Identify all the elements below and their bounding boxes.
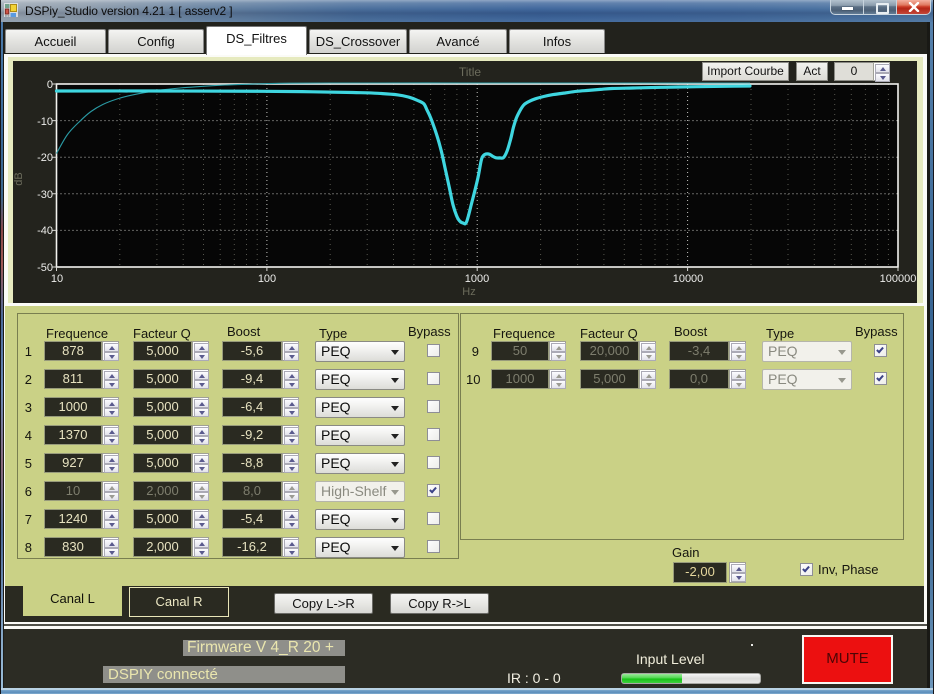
svg-text:-30: -30 <box>37 189 53 201</box>
svg-text:1000: 1000 <box>465 273 489 285</box>
svg-text:Hz: Hz <box>462 286 475 298</box>
svg-text:100: 100 <box>258 273 276 285</box>
svg-text:100000: 100000 <box>880 273 917 285</box>
svg-text:-20: -20 <box>37 152 53 164</box>
svg-text:0: 0 <box>47 79 53 91</box>
svg-text:-10: -10 <box>37 116 53 128</box>
svg-text:Title: Title <box>459 65 482 79</box>
svg-text:10: 10 <box>51 273 63 285</box>
svg-text:dB: dB <box>13 172 25 185</box>
svg-text:-40: -40 <box>37 225 53 237</box>
svg-text:10000: 10000 <box>673 273 704 285</box>
